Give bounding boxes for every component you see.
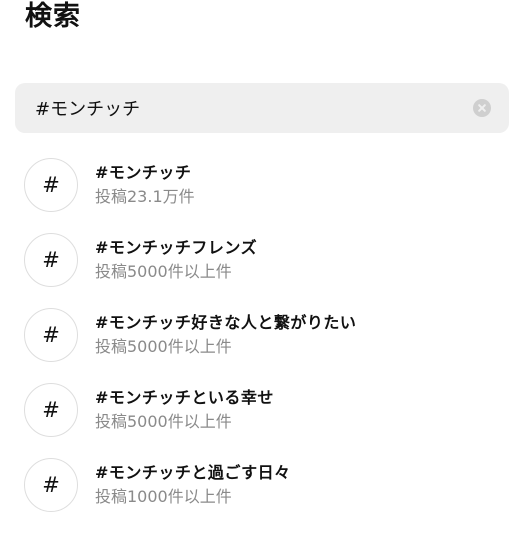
hashtag-post-count: 投稿5000件以上件: [95, 412, 232, 431]
hashtag-icon: #: [24, 458, 78, 512]
hashtag-title: #モンチッチと過ごす日々: [95, 463, 291, 482]
hashtag-post-count: 投稿5000件以上件: [95, 262, 232, 281]
hashtag-title: #モンチッチ好きな人と繋がりたい: [95, 313, 357, 332]
hashtag-post-count: 投稿5000件以上件: [95, 337, 232, 356]
hashtag-icon: #: [24, 158, 78, 212]
hashtag-post-count: 投稿23.1万件: [95, 187, 195, 206]
hashtag-results-list: # #モンチッチ 投稿23.1万件 # #モンチッチフレンズ 投稿5000件以上…: [0, 0, 521, 534]
hashtag-title: #モンチッチフレンズ: [95, 238, 258, 257]
hashtag-icon: #: [24, 233, 78, 287]
hashtag-icon: #: [24, 383, 78, 437]
hashtag-result-item[interactable]: # #モンチッチ 投稿23.1万件: [24, 158, 504, 216]
hashtag-icon: #: [24, 308, 78, 362]
hashtag-title: #モンチッチ: [95, 163, 192, 182]
hashtag-result-item[interactable]: # #モンチッチと過ごす日々 投稿1000件以上件: [24, 458, 504, 516]
hashtag-result-item[interactable]: # #モンチッチといる幸せ 投稿5000件以上件: [24, 383, 504, 441]
hashtag-result-item[interactable]: # #モンチッチ好きな人と繋がりたい 投稿5000件以上件: [24, 308, 504, 366]
hashtag-post-count: 投稿1000件以上件: [95, 487, 232, 506]
hashtag-result-item[interactable]: # #モンチッチフレンズ 投稿5000件以上件: [24, 233, 504, 291]
hashtag-title: #モンチッチといる幸せ: [95, 388, 274, 407]
